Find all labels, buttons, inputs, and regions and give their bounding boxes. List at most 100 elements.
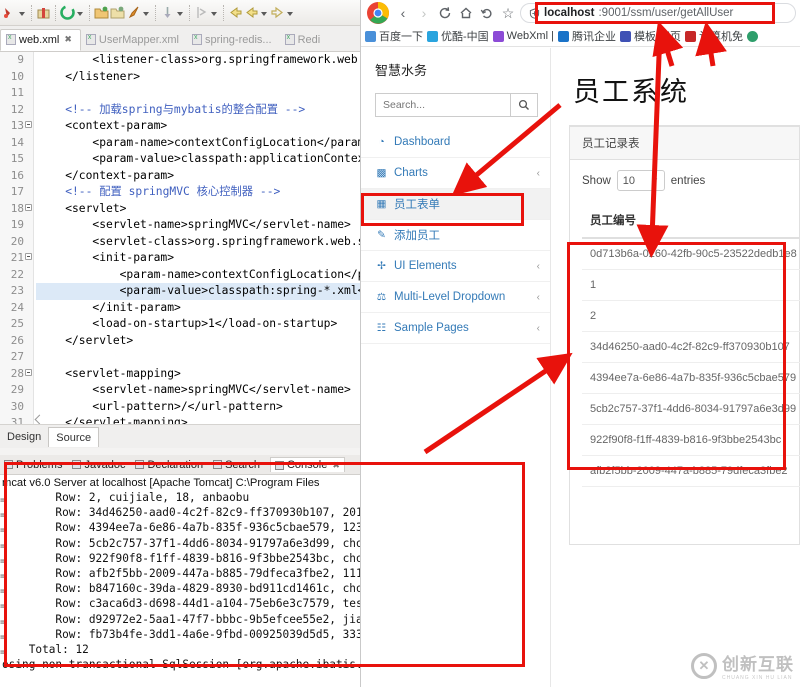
sidebar-item-4[interactable]: ✢ UI Elements ‹ [361, 251, 550, 282]
bookmark-item[interactable]: 腾讯企业 [557, 28, 616, 44]
deploy-dropdown-icon[interactable] [142, 6, 151, 20]
chevron-down-icon: ▼ [650, 176, 659, 185]
address-bar[interactable]: localhost:9001/ssm/user/getAllUser [520, 3, 796, 23]
code-content[interactable]: <listener-class>org.springframework.web.… [36, 52, 360, 424]
step-dropdown-icon[interactable] [176, 6, 185, 20]
debug-icon[interactable] [2, 5, 17, 20]
sidebar-search[interactable] [375, 93, 538, 117]
table-row[interactable]: 5cb2c757-37f1-4dd6-8034-91797a6e3d99 [582, 393, 800, 425]
page-size-select[interactable]: 10 ▼ [616, 170, 665, 191]
records-panel: 员工记录表 Show 10 ▼ entries 员工编号 0d713b6a-02… [569, 125, 800, 545]
debug-dropdown-icon[interactable] [18, 6, 27, 20]
step-into-icon[interactable] [160, 5, 175, 20]
fold-toggle-icon[interactable] [25, 121, 32, 128]
line-number: 28 [0, 366, 33, 383]
bookmark-star-icon[interactable]: ☆ [499, 4, 517, 22]
measure-dropdown-icon[interactable] [210, 6, 219, 20]
show-entries-control: Show 10 ▼ entries [582, 170, 787, 191]
back-button[interactable]: ‹ [394, 4, 412, 22]
editor-tab-usermapper-xml[interactable]: UserMapper.xml [81, 29, 187, 51]
editor-tab-web-xml[interactable]: web.xml ✖ [0, 29, 81, 51]
employee-table: 员工编号 ▲ 0d713b6a-0260-42fb-90c5-23522dedb… [582, 203, 800, 487]
tab-label: Problems [16, 458, 63, 471]
table-row[interactable]: 34d46250-aad0-4c2f-82c9-ff370930b107 [582, 331, 800, 363]
search-input[interactable] [375, 93, 510, 117]
table-row[interactable]: 2 [582, 300, 800, 332]
editor-horizontal-scrollbar[interactable] [36, 414, 346, 423]
package-icon[interactable] [36, 5, 51, 20]
sidebar-item-1[interactable]: ▩ Charts ‹ [361, 158, 550, 189]
tab-javadoc[interactable]: Javadoc [72, 459, 125, 471]
console-line-marker: = [0, 495, 7, 506]
table-row[interactable]: 1 [582, 269, 800, 301]
forward-dropdown-icon[interactable] [286, 6, 295, 20]
cell-employee-id: 2 [582, 300, 800, 332]
app-brand-title: 智慧水务 [375, 64, 428, 79]
sidebar-item-label: Sample Pages [394, 322, 469, 334]
page-size-value: 10 [622, 174, 636, 187]
table-row[interactable]: 0d713b6a-0260-42fb-90c5-23522dedb1e8 [582, 238, 800, 270]
table-body: 0d713b6a-0260-42fb-90c5-23522dedb1e8 1 2 34… [582, 238, 800, 487]
forward-nav-icon[interactable] [270, 5, 285, 20]
fold-toggle-icon[interactable] [25, 368, 32, 376]
problems-icon [4, 460, 13, 469]
column-header-employee-id[interactable]: 员工编号 [582, 203, 800, 239]
editor-tab-label: web.xml [19, 33, 60, 46]
fold-toggle-icon[interactable] [25, 203, 32, 211]
panel-body: Show 10 ▼ entries 员工编号 ▲ [570, 160, 800, 487]
watermark-logo-icon: ✕ [691, 652, 717, 679]
sidebar-item-6[interactable]: ☷ Sample Pages ‹ [361, 313, 550, 344]
code-editor[interactable]: 9 10 11 12 13 14 15 16 17 18 19 20 21 22 23 24 25 26 27 28 2… [0, 52, 360, 424]
tab-declaration[interactable]: Declaration [135, 459, 203, 471]
bookmark-item[interactable]: 模板,网页 [619, 28, 681, 44]
history-button[interactable] [478, 4, 496, 22]
open-folder-icon[interactable] [94, 5, 109, 20]
toolbar-separator [189, 4, 190, 21]
table-row[interactable]: afb2f5bb-2009-447a-b885-79dfeca3fbe2 [582, 455, 800, 487]
code-line: <servlet-mapping> [38, 366, 181, 380]
chevron-left-icon: ‹ [536, 260, 540, 272]
forward-button[interactable]: › [415, 4, 433, 22]
deploy-rocket-icon[interactable] [126, 5, 141, 20]
sidebar-item-2[interactable]: ▦ 员工表单 [361, 189, 550, 220]
line-number: 19 [10, 218, 24, 231]
tab-design[interactable]: Design [0, 429, 48, 445]
back-dropdown-icon[interactable] [260, 6, 269, 20]
sidebar-item-3[interactable]: ✎ 添加员工 [361, 220, 550, 251]
close-icon[interactable]: ✖ [332, 460, 340, 471]
search-button[interactable] [510, 93, 538, 117]
table-row[interactable]: 4394ee7a-6e86-4a7b-835f-936c5cbae579 [582, 362, 800, 394]
sidebar-item-0[interactable]: ◔ Dashboard [361, 127, 550, 158]
fold-toggle-icon[interactable] [25, 253, 32, 260]
tab-search[interactable]: Search [213, 459, 260, 471]
home-button[interactable] [457, 4, 475, 22]
run-dropdown-icon[interactable] [76, 6, 85, 20]
cell-employee-id: afb2f5bb-2009-447a-b885-79dfeca3fbe2 [582, 455, 800, 487]
code-line: <param-name>contextConfigLocation</param… [38, 135, 360, 149]
back-nav-icon-2[interactable] [244, 5, 259, 20]
panel-title: 员工记录表 [570, 127, 799, 160]
sidebar-item-5[interactable]: ⚖ Multi-Level Dropdown ‹ [361, 282, 550, 313]
line-number: 13 [0, 118, 33, 135]
tab-source[interactable]: Source [48, 426, 100, 447]
tab-console[interactable]: Console ✖ [269, 457, 345, 472]
console-line-marker: = [0, 555, 7, 567]
bookmark-item[interactable]: 计算机免 [685, 28, 743, 44]
bookmark-overflow-icon[interactable] [747, 30, 759, 42]
bookmark-item[interactable]: 优酷-中国 [427, 28, 489, 44]
close-icon[interactable]: ✖ [64, 34, 72, 45]
run-server-icon[interactable] [60, 5, 75, 20]
tab-problems[interactable]: Problems [4, 459, 62, 471]
browser-toolbar: ‹ › ☆ localhost:9001/ssm/user/getAllUser [361, 0, 800, 26]
folder-icon[interactable] [110, 5, 125, 20]
editor-tab-spring-redis[interactable]: spring-redis... [187, 29, 280, 51]
editor-tab-redis[interactable]: Redi [280, 29, 329, 51]
reload-button[interactable] [436, 4, 454, 22]
back-nav-icon[interactable] [228, 5, 243, 20]
bookmark-item[interactable]: 百度一下 [365, 28, 423, 44]
table-row[interactable]: 922f90f8-f1ff-4839-b816-9f3bbe2543bc [582, 424, 800, 456]
bookmark-item[interactable]: WebXml | [492, 30, 554, 42]
bookmark-favicon-icon [427, 30, 438, 42]
measure-icon[interactable] [194, 5, 209, 20]
